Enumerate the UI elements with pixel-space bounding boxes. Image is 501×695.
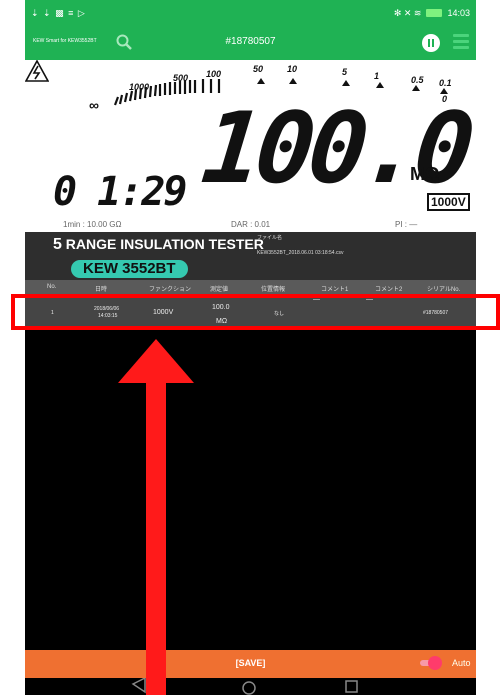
home-icon[interactable]	[242, 681, 256, 695]
scale-label: 0.5	[411, 75, 424, 85]
battery-icon	[426, 9, 443, 17]
scale-label: 5	[342, 67, 348, 77]
save-button[interactable]: [SAVE]	[25, 658, 476, 668]
toggle-knob	[428, 656, 442, 670]
measurement-unit: MΩ	[410, 164, 440, 184]
file-name-label: ファイル名	[257, 235, 283, 241]
scale-label: 1000	[129, 82, 150, 92]
status-bar: ⇣ ⇣ ▩ ≡ ▷ ✻ ✕ ≋ 14:03	[25, 0, 476, 26]
nav-buttons	[131, 676, 358, 695]
scale-label: 0.1	[439, 78, 452, 88]
tester-header: 5 RANGE INSULATION TESTER KEW 3552BT ファイ…	[25, 232, 476, 280]
elapsed-time: 0 1:29	[53, 169, 187, 215]
model-badge: KEW 3552BT	[71, 260, 188, 278]
high-voltage-warning-icon	[25, 60, 49, 82]
status-icons-group: ✻ ✕ ≋ 14:03	[394, 8, 470, 19]
scale-label: 1	[374, 71, 380, 81]
annotation-highlight-box	[11, 294, 500, 330]
column-header: コメント1	[321, 287, 349, 293]
scale-label: 50	[253, 64, 264, 74]
scale-label: 500	[173, 73, 189, 83]
meter-display: ∞ 1000 500 100 50 10 5 1 0.5 0.1 0 100.0…	[25, 60, 476, 232]
connectivity-icons: ✻ ✕ ≋	[393, 7, 422, 18]
bottom-action-bar: [SAVE] Auto	[25, 650, 476, 678]
column-header: 位置情報	[261, 287, 286, 293]
device-id: #18780507	[225, 36, 276, 47]
tester-range-count: 5	[53, 236, 62, 253]
auto-toggle[interactable]	[420, 656, 442, 670]
column-header: ファンクション	[149, 287, 192, 293]
tester-name: 5 RANGE INSULATION TESTER	[53, 236, 264, 254]
tester-name-text: RANGE INSULATION TESTER	[65, 236, 264, 252]
app-bar: KEW Smart for KEW3552BT #18780507	[25, 26, 476, 60]
table-empty-area	[25, 328, 476, 650]
column-header: 日時	[95, 287, 108, 293]
column-header: 測定値	[210, 287, 229, 293]
file-name: KEW3552BT_2018.06.01 03:18:54.csv	[257, 250, 344, 256]
clock: 14:03	[447, 8, 470, 18]
recents-icon[interactable]	[345, 680, 358, 693]
pi-value: PI : —	[395, 220, 418, 229]
dar-value: DAR : 0.01	[231, 220, 271, 229]
notification-icons: ⇣ ⇣ ▩ ≡ ▷	[31, 7, 86, 18]
one-minute-value: 1min : 10.00 GΩ	[63, 220, 122, 229]
voltage-range-badge: 1000V	[427, 193, 470, 211]
scale-label: 100	[206, 69, 222, 79]
annotation-arrow-icon	[118, 339, 194, 695]
scale-label: 10	[287, 64, 298, 74]
infinity-mark: ∞	[89, 97, 99, 113]
menu-icon[interactable]	[453, 34, 469, 50]
app-screen: ⇣ ⇣ ▩ ≡ ▷ ✻ ✕ ≋ 14:03 KEW Smart for KEW3…	[25, 0, 476, 695]
column-header: シリアルNo.	[427, 287, 461, 293]
pause-button[interactable]	[422, 34, 440, 52]
auto-label: Auto	[452, 658, 471, 668]
column-header: コメント2	[375, 287, 403, 293]
column-header: No.	[47, 284, 57, 290]
system-nav-bar	[25, 676, 476, 695]
